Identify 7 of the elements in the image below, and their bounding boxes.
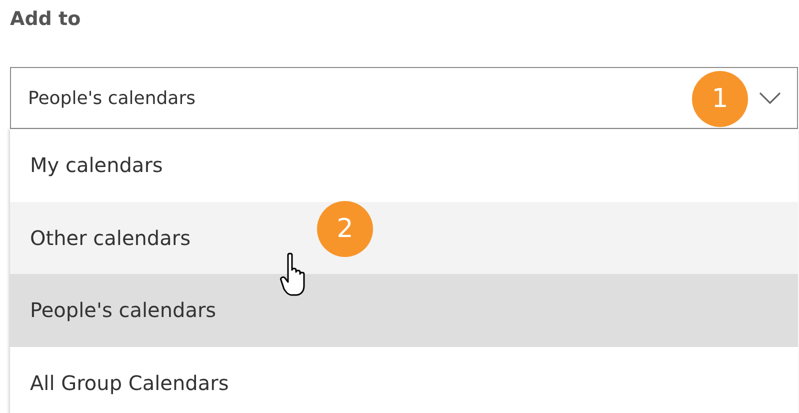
dropdown-option[interactable]: My calendars	[10, 129, 798, 202]
dropdown-option[interactable]: People's calendars	[10, 274, 798, 346]
dropdown-option[interactable]: All Group Calendars	[10, 346, 798, 413]
step-badge: 1	[692, 71, 748, 127]
chevron-icon	[759, 92, 781, 104]
field-label: Add to	[10, 7, 82, 32]
hand-cursor-icon	[280, 252, 308, 298]
